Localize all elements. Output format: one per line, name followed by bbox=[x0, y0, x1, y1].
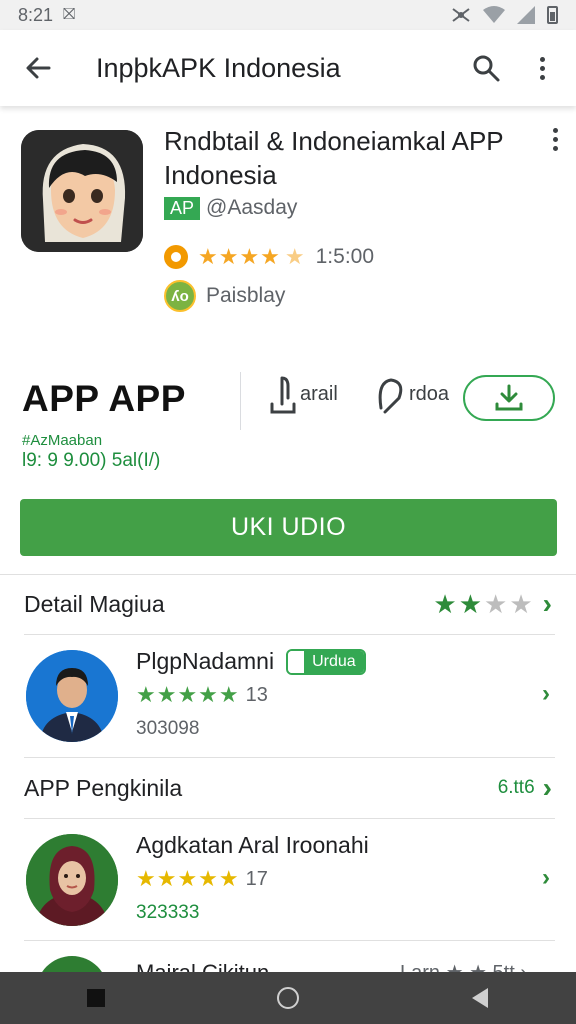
install-button[interactable]: UKI UDIO bbox=[20, 499, 557, 556]
stars-empty: ★★ bbox=[484, 588, 535, 619]
chevron-right-icon: › bbox=[542, 772, 552, 803]
more-vert-icon bbox=[539, 56, 545, 80]
home-button[interactable] bbox=[258, 972, 318, 1024]
circle-icon bbox=[277, 987, 299, 1009]
search-button[interactable] bbox=[458, 40, 514, 96]
wishlist-icon bbox=[378, 378, 403, 414]
section-rating-stars: ★★★★ bbox=[433, 589, 534, 620]
back-button[interactable] bbox=[10, 40, 66, 96]
search-icon bbox=[473, 55, 500, 82]
more-vert-icon bbox=[553, 128, 558, 151]
update-tag[interactable]: Urdua bbox=[286, 648, 366, 675]
rating-row: ★★★★ ★ 1:5:00 bbox=[164, 244, 374, 270]
app-badge: AP bbox=[164, 196, 201, 220]
review-count: 13 bbox=[245, 683, 268, 706]
wishlist-label: rdoa bbox=[409, 382, 450, 405]
divider bbox=[24, 940, 555, 941]
reviewer-name: Agdkatan Aral Iroonahi bbox=[136, 832, 369, 859]
person-avatar-illustration bbox=[26, 650, 118, 742]
rating-badge-icon bbox=[164, 245, 188, 269]
tag-text: Urdua bbox=[304, 650, 364, 673]
reviewer-name-text: Agdkatan Aral Iroonahi bbox=[136, 832, 369, 858]
chevron-right-icon: › bbox=[542, 680, 550, 707]
cell-signal-icon bbox=[517, 6, 535, 24]
avatar bbox=[26, 650, 118, 742]
divider bbox=[0, 574, 576, 575]
divider bbox=[24, 634, 555, 635]
triangle-back-icon bbox=[472, 988, 488, 1008]
developer-name[interactable]: @Aasday bbox=[206, 196, 297, 220]
rating-stars: ★★★★ bbox=[198, 244, 281, 269]
back-arrow-icon bbox=[26, 57, 51, 79]
tag-row: ʎo Paisblay bbox=[164, 280, 285, 312]
recents-button[interactable] bbox=[66, 972, 126, 1024]
peek-meta: Larn ★ ★ 5tt › bbox=[400, 960, 527, 972]
app-meta-info: l9: 9 9.00) 5al(I/) bbox=[22, 450, 161, 471]
section-details-header[interactable]: Detail Magiua ★★★★ › bbox=[0, 576, 576, 632]
status-bar: 8:21 ⛝ bbox=[0, 0, 576, 30]
share-hand-icon bbox=[270, 376, 296, 414]
signal-off-icon bbox=[452, 8, 470, 22]
review-stars: ★★★★★ bbox=[136, 682, 240, 707]
stars-filled: ★★ bbox=[433, 588, 485, 619]
avatar bbox=[36, 956, 108, 972]
more-options-button[interactable] bbox=[514, 40, 570, 96]
system-nav-bar bbox=[0, 972, 576, 1024]
chevron-right-icon: › bbox=[542, 588, 552, 619]
app-short-title: APP APP bbox=[22, 378, 186, 419]
app-more-button[interactable] bbox=[553, 128, 558, 151]
page-title: InpþkAPK Indonesia bbox=[96, 52, 341, 83]
status-time: 8:21 bbox=[18, 4, 54, 25]
chevron-right-icon: › bbox=[542, 864, 550, 891]
section-title: APP Pengkinila bbox=[24, 774, 183, 801]
rating-value: 1:5:00 bbox=[315, 245, 375, 268]
share-label: arail bbox=[300, 382, 338, 405]
divider bbox=[240, 372, 241, 430]
review-subtext: 323333 bbox=[136, 902, 200, 923]
review-count: 17 bbox=[245, 867, 268, 890]
person-avatar-illustration bbox=[26, 834, 118, 926]
category-label[interactable]: Paisblay bbox=[206, 284, 285, 308]
app-meta-tag: #AzMaaban bbox=[22, 432, 103, 449]
battery-icon bbox=[547, 6, 558, 24]
app-header: Rndbtail & Indoneiamkal APP Indonesia AP… bbox=[0, 110, 576, 350]
square-icon bbox=[87, 989, 105, 1007]
wifi-icon bbox=[483, 6, 505, 23]
avatar bbox=[26, 834, 118, 926]
section-title: Detail Magiua bbox=[24, 590, 165, 617]
list-item-partial[interactable]: Mairal Cikitun Larn ★ ★ 5tt › bbox=[0, 942, 576, 972]
review-rating: ★★★★★ 13 bbox=[136, 682, 268, 708]
tag-dot-icon bbox=[288, 650, 305, 673]
review-rating: ★★★★★ 17 bbox=[136, 866, 268, 892]
reviewer-name: PlgpNadamni Urdua bbox=[136, 648, 366, 675]
action-row: APP APP arail rdoa bbox=[0, 370, 576, 440]
review-stars: ★★★★★ bbox=[136, 866, 240, 891]
divider bbox=[24, 818, 555, 819]
list-item[interactable]: Agdkatan Aral Iroonahi ★★★★★ 17 323333 › bbox=[0, 820, 576, 938]
section-apps-header[interactable]: APP Pengkinila 6.tt6 › bbox=[0, 760, 576, 816]
app-icon[interactable] bbox=[21, 130, 143, 252]
download-button[interactable] bbox=[463, 375, 555, 421]
category-icon: ʎo bbox=[164, 280, 196, 312]
developer-row: AP @Aasday bbox=[164, 196, 297, 220]
reviewer-name-text: PlgpNadamni bbox=[136, 648, 275, 674]
nav-back-button[interactable] bbox=[450, 972, 510, 1024]
notification-icon: ⛝ bbox=[63, 6, 76, 23]
app-bar: InpþkAPK Indonesia bbox=[0, 30, 576, 106]
peek-title: Mairal Cikitun bbox=[136, 960, 269, 972]
wishlist-action[interactable]: rdoa bbox=[375, 374, 449, 414]
app-name: Rndbtail & Indoneiamkal APP Indonesia bbox=[164, 126, 504, 190]
review-subtext: 303098 bbox=[136, 718, 200, 739]
share-action[interactable]: arail bbox=[268, 374, 338, 414]
rating-half-star: ★ bbox=[284, 244, 306, 269]
app-avatar-illustration bbox=[21, 130, 143, 252]
divider bbox=[24, 757, 555, 758]
section-count: 6.tt6 bbox=[497, 777, 535, 798]
list-item[interactable]: PlgpNadamni Urdua ★★★★★ 13 303098 › bbox=[0, 636, 576, 754]
download-icon bbox=[495, 384, 523, 411]
